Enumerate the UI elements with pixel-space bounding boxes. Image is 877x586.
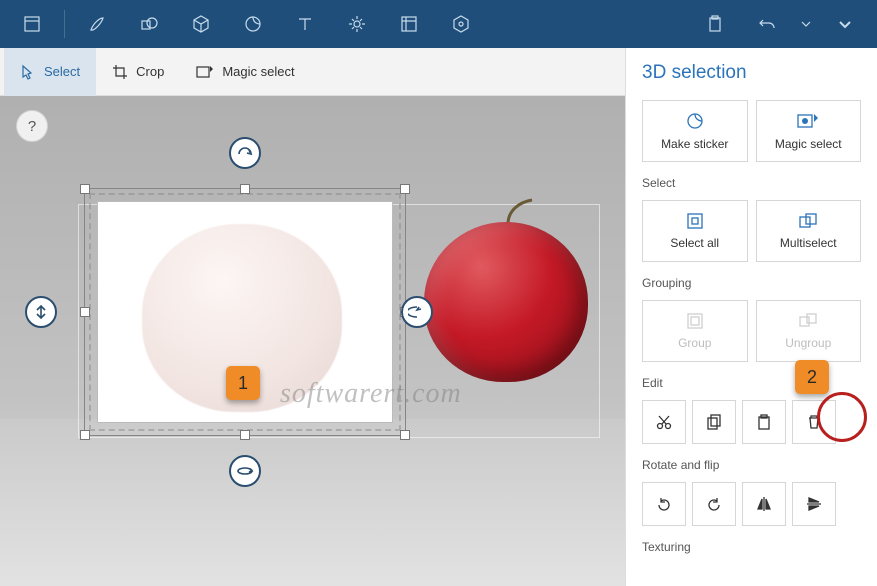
resize-handle-l[interactable] [80,307,90,317]
depth-handle[interactable] [25,296,57,328]
resize-handle-br[interactable] [400,430,410,440]
ungroup-button: Ungroup [756,300,862,362]
shapes-3d-icon[interactable] [177,0,225,48]
section-select-label: Select [642,176,861,190]
rotate-ccw-button[interactable] [642,482,686,526]
red-apple-object[interactable] [424,198,592,386]
resize-handle-t[interactable] [240,184,250,194]
expand-chevron-icon[interactable] [821,0,869,48]
cut-button[interactable] [642,400,686,444]
resize-handle-bl[interactable] [80,430,90,440]
shapes-2d-icon[interactable] [125,0,173,48]
paste-icon[interactable] [691,0,739,48]
properties-panel: 3D selection Make sticker Magic select S… [625,48,877,586]
resize-handle-tr[interactable] [400,184,410,194]
select-tab[interactable]: Select [4,48,96,96]
resize-handle-tl[interactable] [80,184,90,194]
canvas-icon[interactable] [385,0,433,48]
resize-handle-b[interactable] [240,430,250,440]
stickers-icon[interactable] [229,0,277,48]
callout-2: 2 [795,360,829,394]
magic-select-tab-label: Magic select [222,64,294,79]
rotate-x-handle[interactable] [229,137,261,169]
brush-icon[interactable] [73,0,121,48]
undo-icon[interactable] [743,0,791,48]
canvas-floor [0,419,625,586]
section-rotate-label: Rotate and flip [642,458,861,472]
select-tab-label: Select [44,64,80,79]
rotate-z-handle[interactable] [229,455,261,487]
paste-button[interactable] [742,400,786,444]
panel-title: 3D selection [642,48,861,100]
section-grouping-label: Grouping [642,276,861,290]
copy-button[interactable] [692,400,736,444]
history-dropdown-icon[interactable] [795,0,817,48]
magic-select-button[interactable]: Magic select [756,100,862,162]
make-sticker-button[interactable]: Make sticker [642,100,748,162]
library-3d-icon[interactable] [437,0,485,48]
flip-horizontal-button[interactable] [742,482,786,526]
rotate-cw-button[interactable] [692,482,736,526]
magic-select-tab[interactable]: Magic select [180,48,310,96]
multiselect-button[interactable]: Multiselect [756,200,862,262]
edit-button-row: 2 [642,400,861,444]
flip-vertical-button[interactable] [792,482,836,526]
callout-1: 1 [226,366,260,400]
effects-icon[interactable] [333,0,381,48]
crop-tab-label: Crop [136,64,164,79]
top-toolbar [0,0,877,48]
section-texturing-label: Texturing [642,540,861,554]
delete-button[interactable] [792,400,836,444]
select-all-button[interactable]: Select all [642,200,748,262]
crop-tab[interactable]: Crop [96,48,180,96]
text-icon[interactable] [281,0,329,48]
rotate-y-handle[interactable] [401,296,433,328]
canvas-area[interactable]: ? 1 softwarert.com [0,96,625,586]
help-button[interactable]: ? [16,110,48,142]
group-button: Group [642,300,748,362]
menu-new-icon[interactable] [8,0,56,48]
toolbar-divider [64,10,65,38]
